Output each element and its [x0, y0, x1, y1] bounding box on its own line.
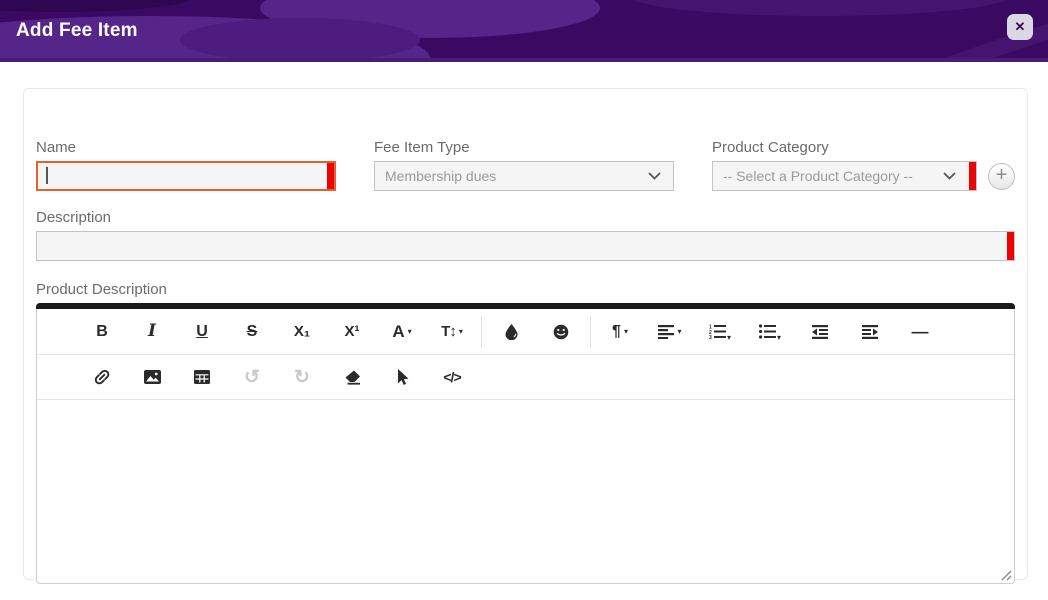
product-category-label: Product Category [712, 139, 829, 156]
link-icon [94, 369, 110, 385]
product-category-select-wrap: -- Select a Product Category -- [712, 161, 977, 191]
paragraph-format-button[interactable]: ¶ ▾ [595, 313, 645, 351]
modal-header: Add Fee Item ✕ [0, 0, 1048, 62]
unordered-list-icon [758, 324, 776, 339]
chevron-down-icon: ▾ [407, 326, 412, 336]
editor-toolbar-row-2: ↺ ↻ </> [37, 354, 1014, 399]
table-icon [194, 370, 210, 384]
rich-text-editor: B I U S X₁ X¹ A ▾ T↕ ▾ ¶ ▾ ▾ 1 2 3 ▾ ▾ —… [36, 303, 1015, 584]
description-input-wrap [36, 231, 1015, 261]
fee-item-type-select[interactable]: Membership dues [374, 161, 674, 191]
toolbar-separator [590, 315, 591, 348]
strikethrough-icon: S [246, 322, 258, 340]
indent-icon [862, 324, 878, 339]
italic-button[interactable]: I [127, 313, 177, 351]
align-left-icon [658, 324, 675, 339]
font-size-icon: T↕ [441, 323, 457, 340]
strikethrough-button[interactable]: S [227, 313, 277, 351]
eraser-icon [345, 370, 360, 385]
underline-icon: U [196, 322, 208, 340]
bold-icon: B [96, 322, 108, 340]
chevron-down-icon [943, 172, 956, 180]
superscript-button[interactable]: X¹ [327, 313, 377, 351]
select-all-button[interactable] [377, 358, 427, 396]
subscript-icon: X₁ [293, 323, 311, 340]
underline-button[interactable]: U [177, 313, 227, 351]
close-button[interactable]: ✕ [1007, 14, 1033, 40]
insert-table-button[interactable] [177, 358, 227, 396]
cursor-pointer-icon [397, 368, 408, 385]
code-view-button[interactable]: </> [427, 358, 477, 396]
chevron-down-icon: ▾ [776, 332, 781, 342]
italic-icon: I [148, 321, 156, 341]
text-cursor [46, 167, 48, 184]
chevron-down-icon: ▾ [623, 326, 628, 336]
product-category-select[interactable]: -- Select a Product Category -- [712, 161, 977, 191]
description-field: Description [36, 209, 1015, 261]
ordered-list-icon: 1 2 3 [709, 324, 726, 339]
form-row-1: Name Fee Item Type Membership dues Produ… [36, 139, 1015, 191]
svg-text:3: 3 [709, 335, 712, 339]
close-icon: ✕ [1014, 19, 1026, 34]
smiley-icon [553, 324, 569, 339]
chevron-down-icon [648, 172, 661, 180]
name-input-wrap [36, 161, 336, 191]
horizontal-line-icon: — [911, 322, 929, 341]
insert-link-button[interactable] [77, 358, 127, 396]
fee-item-type-field: Fee Item Type Membership dues [374, 139, 674, 191]
image-icon [143, 370, 161, 384]
resize-handle-icon[interactable] [999, 568, 1012, 581]
name-input[interactable] [36, 161, 336, 191]
outdent-button[interactable] [795, 313, 845, 351]
clear-formatting-button[interactable] [327, 358, 377, 396]
product-description-field: Product Description B I U S X₁ X¹ A ▾ T↕… [36, 281, 1015, 584]
add-fee-item-form: Name Fee Item Type Membership dues Produ… [23, 88, 1028, 584]
subscript-button[interactable]: X₁ [277, 313, 327, 351]
undo-button[interactable]: ↺ [227, 358, 277, 396]
highlight-color-button[interactable] [486, 313, 536, 351]
unordered-list-button[interactable]: ▾ [745, 313, 795, 351]
outdent-icon [812, 324, 828, 339]
product-category-value: -- Select a Product Category -- [723, 168, 913, 184]
plus-icon: + [995, 164, 1008, 186]
bold-button[interactable]: B [77, 313, 127, 351]
description-input[interactable] [36, 231, 1015, 261]
header-pattern [0, 0, 1048, 62]
chevron-down-icon: ▾ [677, 326, 682, 336]
horizontal-line-button[interactable]: — [895, 313, 945, 351]
font-size-button[interactable]: T↕ ▾ [427, 313, 477, 351]
name-label: Name [36, 139, 77, 156]
product-description-label: Product Description [36, 281, 167, 298]
name-field: Name [36, 139, 336, 191]
indent-button[interactable] [845, 313, 895, 351]
code-icon: </> [443, 369, 461, 385]
chevron-down-icon: ▾ [726, 332, 731, 342]
product-category-field: Product Category -- Select a Product Cat… [712, 139, 1015, 191]
ordered-list-button[interactable]: 1 2 3 ▾ [695, 313, 745, 351]
editor-content[interactable] [37, 399, 1014, 583]
align-button[interactable]: ▾ [645, 313, 695, 351]
droplet-icon [505, 323, 517, 340]
font-color-icon: A [392, 322, 405, 341]
undo-icon: ↺ [244, 366, 260, 388]
fee-item-type-label: Fee Item Type [374, 139, 470, 156]
redo-icon: ↻ [294, 366, 310, 388]
product-category-row: -- Select a Product Category -- + [712, 161, 1015, 191]
description-label: Description [36, 209, 112, 226]
chevron-down-icon: ▾ [458, 326, 463, 336]
redo-button[interactable]: ↻ [277, 358, 327, 396]
fee-item-type-value: Membership dues [385, 168, 497, 184]
emoticons-button[interactable] [536, 313, 586, 351]
modal-title: Add Fee Item [16, 20, 138, 41]
paragraph-icon: ¶ [612, 322, 621, 340]
superscript-icon: X¹ [344, 323, 360, 340]
font-color-button[interactable]: A ▾ [377, 313, 427, 351]
add-product-category-button[interactable]: + [988, 162, 1015, 190]
insert-image-button[interactable] [127, 358, 177, 396]
editor-toolbar-row-1: B I U S X₁ X¹ A ▾ T↕ ▾ ¶ ▾ ▾ 1 2 3 ▾ ▾ — [37, 309, 1014, 354]
toolbar-separator [481, 315, 482, 348]
